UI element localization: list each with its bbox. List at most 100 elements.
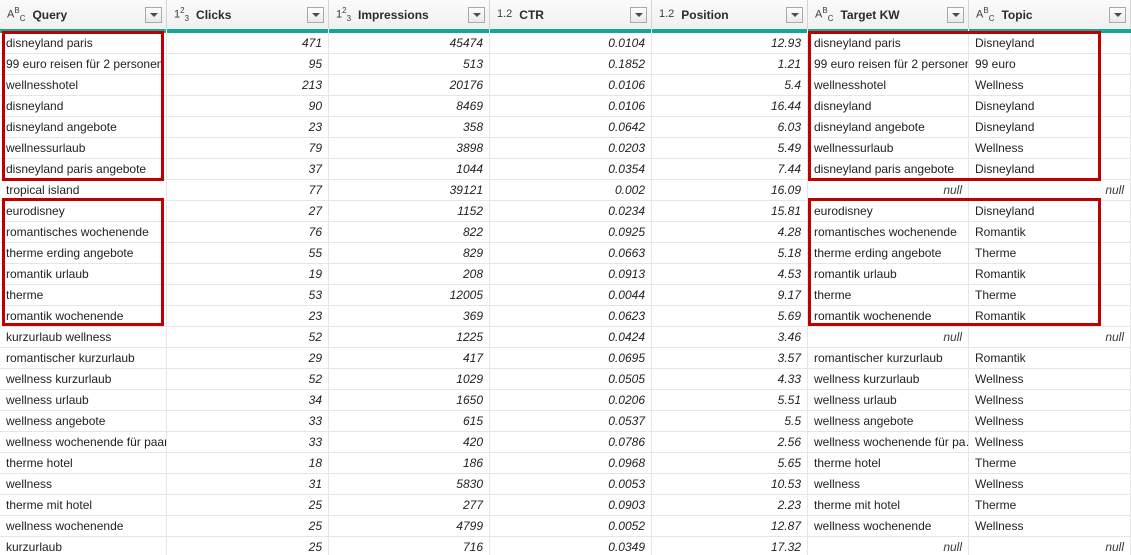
cell-clicks[interactable]: 33 bbox=[167, 432, 329, 453]
table-row[interactable]: disneyland angebote 23 358 0.0642 6.03 disney… bbox=[0, 117, 1131, 138]
cell-position[interactable]: 5.49 bbox=[652, 138, 808, 159]
table-row[interactable]: therme erding angebote 55 829 0.0663 5.18 the… bbox=[0, 243, 1131, 264]
cell-query[interactable]: wellness wochenende für paare bbox=[0, 432, 167, 453]
column-filter-dropdown-button[interactable] bbox=[786, 6, 803, 23]
cell-query[interactable]: wellnessurlaub bbox=[0, 138, 167, 159]
cell-position[interactable]: 5.51 bbox=[652, 390, 808, 411]
cell-topic[interactable]: Wellness bbox=[969, 516, 1131, 537]
cell-position[interactable]: 3.46 bbox=[652, 327, 808, 348]
cell-clicks[interactable]: 33 bbox=[167, 411, 329, 432]
cell-position[interactable]: 4.53 bbox=[652, 264, 808, 285]
cell-position[interactable]: 15.81 bbox=[652, 201, 808, 222]
cell-ctr[interactable]: 0.0203 bbox=[490, 138, 652, 159]
cell-clicks[interactable]: 23 bbox=[167, 117, 329, 138]
cell-target-kw[interactable]: wellnesshotel bbox=[808, 75, 969, 96]
table-row[interactable]: wellness wochenende für paare 33 420 0.0786… bbox=[0, 432, 1131, 453]
cell-query[interactable]: kurzurlaub wellness bbox=[0, 327, 167, 348]
cell-impressions[interactable]: 1650 bbox=[329, 390, 490, 411]
cell-topic[interactable]: Romantik bbox=[969, 306, 1131, 327]
cell-ctr[interactable]: 0.0053 bbox=[490, 474, 652, 495]
cell-impressions[interactable]: 4799 bbox=[329, 516, 490, 537]
cell-topic[interactable]: Wellness bbox=[969, 390, 1131, 411]
cell-clicks[interactable]: 23 bbox=[167, 306, 329, 327]
cell-position[interactable]: 9.17 bbox=[652, 285, 808, 306]
cell-position[interactable]: 5.4 bbox=[652, 75, 808, 96]
cell-clicks[interactable]: 79 bbox=[167, 138, 329, 159]
column-filter-dropdown-button[interactable] bbox=[947, 6, 964, 23]
cell-clicks[interactable]: 95 bbox=[167, 54, 329, 75]
cell-target-kw[interactable]: therme bbox=[808, 285, 969, 306]
cell-target-kw[interactable]: eurodisney bbox=[808, 201, 969, 222]
cell-position[interactable]: 4.28 bbox=[652, 222, 808, 243]
cell-query[interactable]: wellnesshotel bbox=[0, 75, 167, 96]
cell-topic[interactable]: Wellness bbox=[969, 75, 1131, 96]
cell-topic[interactable]: Therme bbox=[969, 495, 1131, 516]
cell-ctr[interactable]: 0.0537 bbox=[490, 411, 652, 432]
column-header-clicks[interactable]: 123 Clicks bbox=[167, 0, 329, 29]
cell-topic[interactable]: Wellness bbox=[969, 432, 1131, 453]
table-row[interactable]: disneyland paris angebote 37 1044 0.0354 7.4… bbox=[0, 159, 1131, 180]
cell-target-kw[interactable]: null bbox=[808, 327, 969, 348]
cell-impressions[interactable]: 277 bbox=[329, 495, 490, 516]
cell-topic[interactable]: null bbox=[969, 537, 1131, 555]
column-header-impressions[interactable]: 123 Impressions bbox=[329, 0, 490, 29]
cell-topic[interactable]: Disneyland bbox=[969, 201, 1131, 222]
cell-ctr[interactable]: 0.0786 bbox=[490, 432, 652, 453]
table-row[interactable]: eurodisney 27 1152 0.0234 15.81 eurodisney Dis… bbox=[0, 201, 1131, 222]
cell-topic[interactable]: Wellness bbox=[969, 474, 1131, 495]
cell-query[interactable]: romantik urlaub bbox=[0, 264, 167, 285]
cell-topic[interactable]: null bbox=[969, 327, 1131, 348]
cell-topic[interactable]: Therme bbox=[969, 285, 1131, 306]
column-header-query[interactable]: ABC Query bbox=[0, 0, 167, 29]
cell-topic[interactable]: Disneyland bbox=[969, 96, 1131, 117]
cell-query[interactable]: wellness kurzurlaub bbox=[0, 369, 167, 390]
cell-target-kw[interactable]: wellness bbox=[808, 474, 969, 495]
cell-topic[interactable]: Disneyland bbox=[969, 33, 1131, 54]
cell-position[interactable]: 7.44 bbox=[652, 159, 808, 180]
table-row[interactable]: wellness wochenende 25 4799 0.0052 12.87 well… bbox=[0, 516, 1131, 537]
cell-impressions[interactable]: 358 bbox=[329, 117, 490, 138]
cell-clicks[interactable]: 25 bbox=[167, 516, 329, 537]
cell-ctr[interactable]: 0.0968 bbox=[490, 453, 652, 474]
cell-clicks[interactable]: 25 bbox=[167, 537, 329, 555]
cell-position[interactable]: 4.33 bbox=[652, 369, 808, 390]
cell-ctr[interactable]: 0.0642 bbox=[490, 117, 652, 138]
cell-target-kw[interactable]: romantik urlaub bbox=[808, 264, 969, 285]
table-row[interactable]: wellness kurzurlaub 52 1029 0.0505 4.33 welln… bbox=[0, 369, 1131, 390]
cell-topic[interactable]: Wellness bbox=[969, 411, 1131, 432]
table-row[interactable]: wellnessurlaub 79 3898 0.0203 5.49 wellnessur… bbox=[0, 138, 1131, 159]
cell-query[interactable]: 99 euro reisen für 2 personen bbox=[0, 54, 167, 75]
cell-target-kw[interactable]: therme mit hotel bbox=[808, 495, 969, 516]
cell-ctr[interactable]: 0.0052 bbox=[490, 516, 652, 537]
cell-position[interactable]: 1.21 bbox=[652, 54, 808, 75]
cell-position[interactable]: 12.93 bbox=[652, 33, 808, 54]
cell-clicks[interactable]: 55 bbox=[167, 243, 329, 264]
column-filter-dropdown-button[interactable] bbox=[630, 6, 647, 23]
cell-position[interactable]: 2.23 bbox=[652, 495, 808, 516]
cell-clicks[interactable]: 471 bbox=[167, 33, 329, 54]
cell-ctr[interactable]: 0.0044 bbox=[490, 285, 652, 306]
cell-clicks[interactable]: 52 bbox=[167, 369, 329, 390]
cell-query[interactable]: therme hotel bbox=[0, 453, 167, 474]
cell-ctr[interactable]: 0.0106 bbox=[490, 75, 652, 96]
cell-ctr[interactable]: 0.1852 bbox=[490, 54, 652, 75]
table-body[interactable]: disneyland paris 471 45474 0.0104 12.93 disne… bbox=[0, 33, 1131, 555]
cell-target-kw[interactable]: romantisches wochenende bbox=[808, 222, 969, 243]
cell-target-kw[interactable]: wellnessurlaub bbox=[808, 138, 969, 159]
cell-impressions[interactable]: 20176 bbox=[329, 75, 490, 96]
cell-clicks[interactable]: 37 bbox=[167, 159, 329, 180]
table-row[interactable]: wellness angebote 33 615 0.0537 5.5 wellness … bbox=[0, 411, 1131, 432]
cell-topic[interactable]: Romantik bbox=[969, 348, 1131, 369]
cell-target-kw[interactable]: therme erding angebote bbox=[808, 243, 969, 264]
cell-topic[interactable]: Romantik bbox=[969, 264, 1131, 285]
cell-topic[interactable]: Romantik bbox=[969, 222, 1131, 243]
table-row[interactable]: romantik wochenende 23 369 0.0623 5.69 romant… bbox=[0, 306, 1131, 327]
cell-query[interactable]: disneyland paris angebote bbox=[0, 159, 167, 180]
table-row[interactable]: therme mit hotel 25 277 0.0903 2.23 therme mi… bbox=[0, 495, 1131, 516]
cell-clicks[interactable]: 19 bbox=[167, 264, 329, 285]
table-row[interactable]: romantischer kurzurlaub 29 417 0.0695 3.57 ro… bbox=[0, 348, 1131, 369]
cell-ctr[interactable]: 0.0206 bbox=[490, 390, 652, 411]
table-row[interactable]: tropical island 77 39121 0.002 16.09 null null bbox=[0, 180, 1131, 201]
cell-impressions[interactable]: 716 bbox=[329, 537, 490, 555]
cell-topic[interactable]: Disneyland bbox=[969, 117, 1131, 138]
